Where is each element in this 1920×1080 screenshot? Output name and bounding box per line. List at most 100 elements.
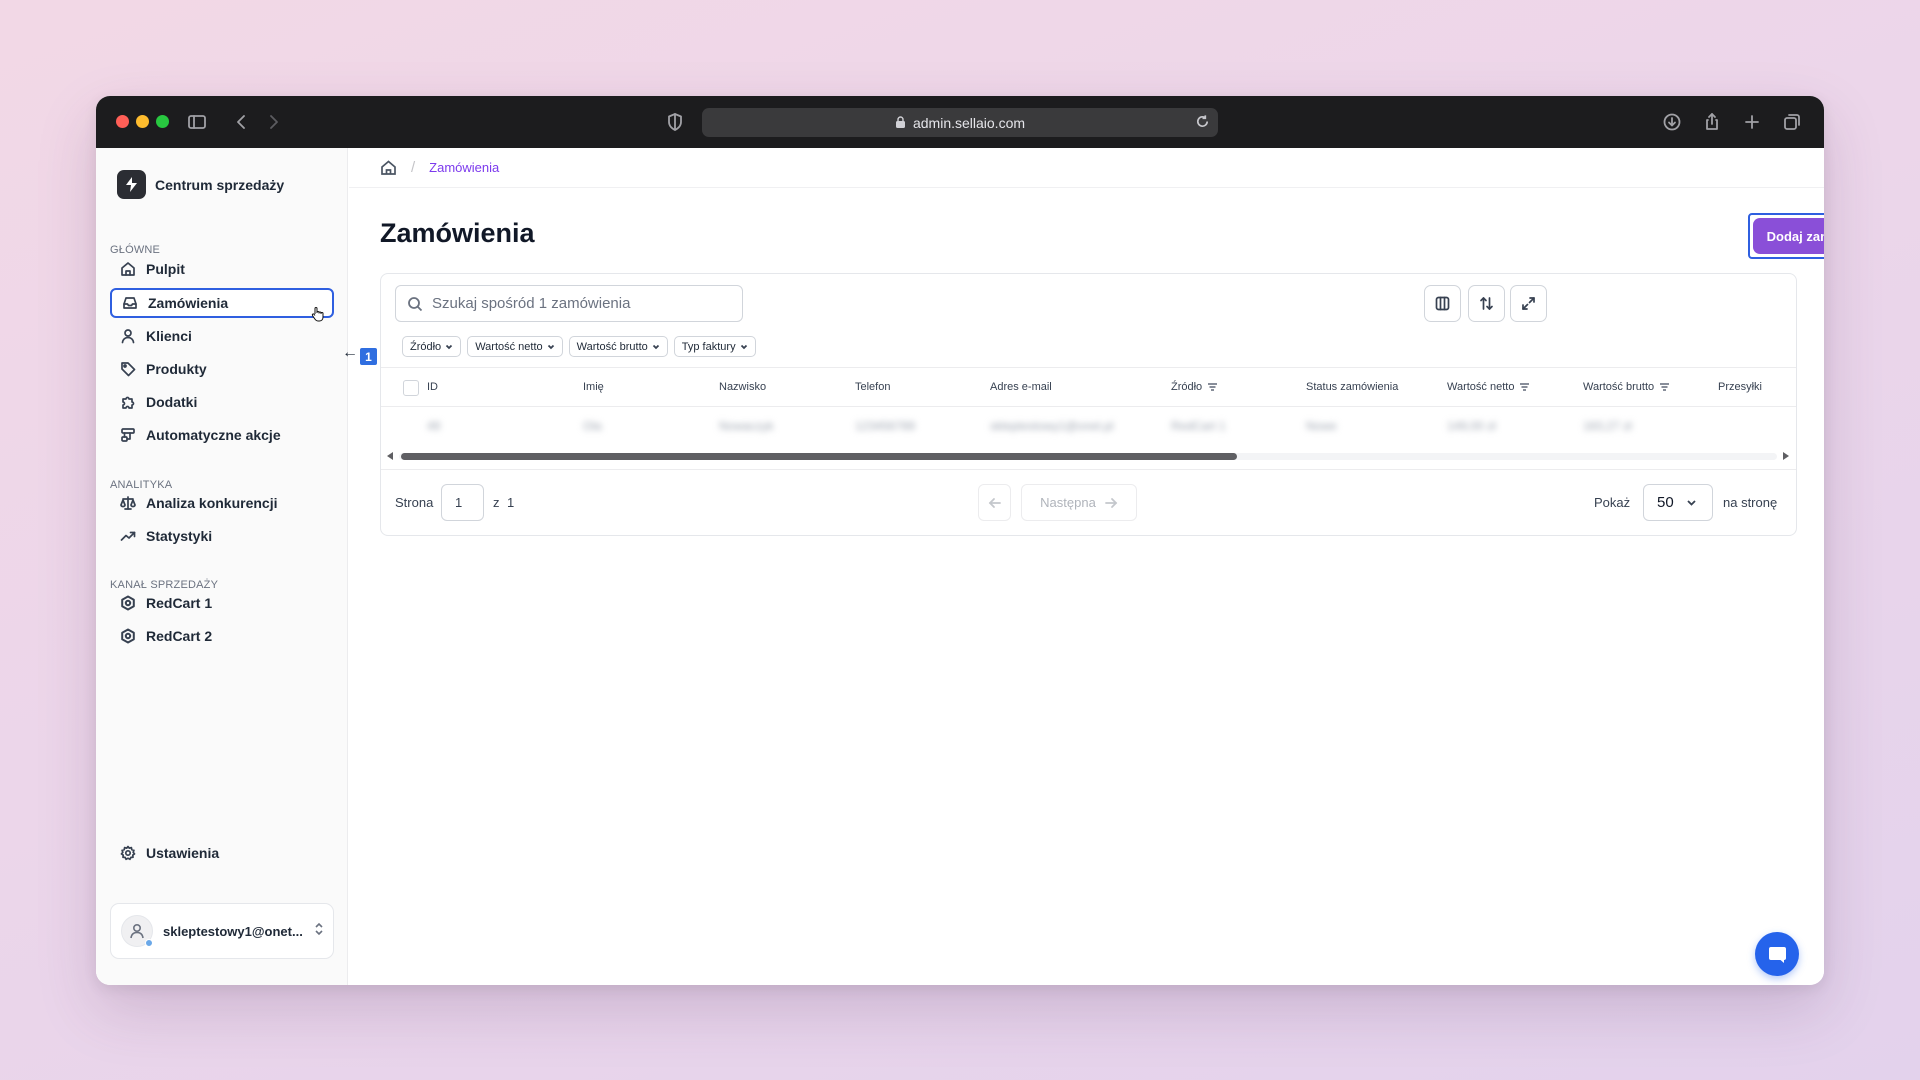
- sidebar-item-analiza-konkurencji[interactable]: Analiza konkurencji: [110, 488, 334, 518]
- add-order-highlight: Dodaj zamówienie: [1748, 213, 1824, 259]
- sidebar-item-statystyki[interactable]: Statystyki: [110, 521, 334, 551]
- filter-label: Typ faktury: [681, 340, 736, 353]
- column-header-wartosc-netto[interactable]: Wartość netto: [1447, 381, 1530, 393]
- search-input[interactable]: [432, 295, 722, 312]
- per-page-label: na stronę: [1723, 495, 1778, 510]
- sidebar-item-label: Ustawienia: [146, 845, 220, 861]
- user-menu[interactable]: sklеptestowy1@onet...: [110, 903, 334, 959]
- sidebar-toggle-icon[interactable]: [184, 109, 210, 135]
- arrow-left-icon: [988, 497, 1001, 508]
- scroll-left-arrow-icon[interactable]: [387, 452, 393, 460]
- address-bar[interactable]: admin.sellaio.com: [702, 108, 1218, 137]
- sidebar-item-redcart-1[interactable]: RedCart 1: [110, 588, 334, 618]
- column-header-id[interactable]: ID: [427, 381, 438, 393]
- column-header-telefon[interactable]: Telefon: [855, 381, 890, 393]
- filter-zrodlo[interactable]: Źródło: [402, 336, 462, 357]
- column-label: Nazwisko: [719, 381, 767, 393]
- filter-wartosc-brutto[interactable]: Wartość brutto: [568, 336, 668, 357]
- main-area: / Zamówienia Zamówienia Dodaj zamówienie…: [349, 148, 1824, 985]
- show-label: Pokaż: [1594, 495, 1631, 510]
- cell-zrodlo: RedCart 1: [1171, 419, 1226, 433]
- column-header-imie[interactable]: Imię: [583, 381, 604, 393]
- share-icon[interactable]: [1699, 109, 1725, 135]
- chevron-down-icon: [1687, 500, 1696, 506]
- column-header-status[interactable]: Status zamówienia: [1306, 381, 1398, 393]
- column-header-email[interactable]: Adres e-mail: [990, 381, 1052, 393]
- scroll-right-arrow-icon[interactable]: [1783, 452, 1789, 460]
- chat-button[interactable]: [1755, 932, 1799, 976]
- forward-icon[interactable]: [260, 109, 286, 135]
- chevron-down-icon: [740, 344, 747, 349]
- filter-typ-faktury[interactable]: Typ faktury: [673, 336, 756, 357]
- workflow-icon: [121, 428, 135, 442]
- brand-name: Centrum sprzedaży: [155, 176, 285, 193]
- sidebar-item-dodatki[interactable]: Dodatki: [110, 387, 334, 417]
- puzzle-icon: [122, 396, 135, 409]
- sidebar-item-ustawienia[interactable]: Ustawienia: [110, 838, 334, 868]
- chat-bubble-icon: [1768, 946, 1786, 963]
- page-size-value: 50: [1657, 494, 1674, 511]
- sidebar-item-label: Zamówienia: [148, 295, 229, 311]
- horizontal-scrollbar[interactable]: [387, 452, 1789, 460]
- previous-page-button[interactable]: [978, 484, 1011, 521]
- user-avatar-icon: [130, 923, 144, 939]
- sort-button[interactable]: [1468, 285, 1505, 322]
- user-icon: [121, 329, 135, 344]
- search-box[interactable]: [395, 285, 743, 322]
- scrollbar-thumb[interactable]: [401, 453, 1237, 460]
- sidebar-item-zamowienia[interactable]: Zamówienia: [110, 288, 334, 318]
- sidebar-item-label: Klienci: [146, 328, 192, 344]
- filter-icon[interactable]: [1659, 382, 1670, 392]
- home-icon[interactable]: [380, 159, 397, 176]
- filter-label: Wartość netto: [475, 340, 543, 353]
- maximize-window-button[interactable]: [156, 115, 169, 128]
- sidebar-item-produkty[interactable]: Produkty: [110, 354, 334, 384]
- column-header-przesylki[interactable]: Przesyłki: [1718, 381, 1762, 393]
- download-icon[interactable]: [1659, 109, 1685, 135]
- next-page-button[interactable]: Następna: [1021, 484, 1137, 521]
- column-header-nazwisko[interactable]: Nazwisko: [719, 381, 766, 393]
- column-label: ID: [427, 381, 438, 393]
- tab-overview-icon[interactable]: [1779, 109, 1805, 135]
- cell-id: 49: [427, 419, 441, 433]
- sidebar-item-klienci[interactable]: Klienci: [110, 321, 334, 351]
- sidebar-item-pulpit[interactable]: Pulpit: [110, 254, 334, 284]
- filter-wartosc-netto[interactable]: Wartość netto: [467, 336, 563, 357]
- sidebar-item-automatyczne-akcje[interactable]: Automatyczne akcje: [110, 420, 334, 450]
- hand-cursor-icon: [311, 307, 324, 322]
- page-size-select[interactable]: 50: [1643, 484, 1713, 521]
- reload-icon[interactable]: [1195, 114, 1210, 132]
- columns-button[interactable]: [1424, 285, 1461, 322]
- breadcrumb: / Zamówienia: [349, 148, 1824, 188]
- add-order-button[interactable]: Dodaj zamówienie: [1753, 218, 1824, 254]
- filter-icon[interactable]: [1207, 382, 1218, 392]
- close-window-button[interactable]: [116, 115, 129, 128]
- columns-icon: [1435, 296, 1450, 311]
- filter-icon[interactable]: [1519, 382, 1530, 392]
- privacy-shield-icon[interactable]: [662, 109, 688, 135]
- browser-window: admin.sellaio.com Centrum sprzedaży GŁÓW…: [96, 96, 1824, 985]
- sidebar-item-label: RedCart 2: [146, 628, 213, 644]
- column-label: Wartość brutto: [1583, 381, 1655, 393]
- column-label: Adres e-mail: [990, 381, 1052, 393]
- page-number-input[interactable]: [441, 484, 484, 521]
- column-label: Źródło: [1171, 381, 1203, 393]
- column-header-wartosc-brutto[interactable]: Wartość brutto: [1583, 381, 1670, 393]
- column-header-zrodlo[interactable]: Źródło: [1171, 381, 1218, 393]
- breadcrumb-current[interactable]: Zamówienia: [429, 160, 499, 175]
- of-label: z: [493, 495, 500, 510]
- minimize-window-button[interactable]: [136, 115, 149, 128]
- select-all-checkbox[interactable]: [403, 380, 419, 396]
- avatar: [121, 915, 153, 947]
- sort-arrows-icon: [1480, 297, 1493, 310]
- table-row[interactable]: 49 Ola Nowaczyk 123456789 sklеptestowy1@…: [381, 407, 1796, 447]
- brand[interactable]: Centrum sprzedaży: [117, 170, 284, 199]
- brand-logo-icon: [117, 170, 146, 199]
- breadcrumb-separator: /: [411, 159, 416, 176]
- new-tab-icon[interactable]: [1739, 109, 1765, 135]
- back-icon[interactable]: [229, 109, 255, 135]
- fullscreen-button[interactable]: [1510, 285, 1547, 322]
- online-status-indicator: [145, 939, 153, 947]
- sidebar-item-redcart-2[interactable]: RedCart 2: [110, 621, 334, 651]
- next-page-label: Następna: [1040, 495, 1096, 510]
